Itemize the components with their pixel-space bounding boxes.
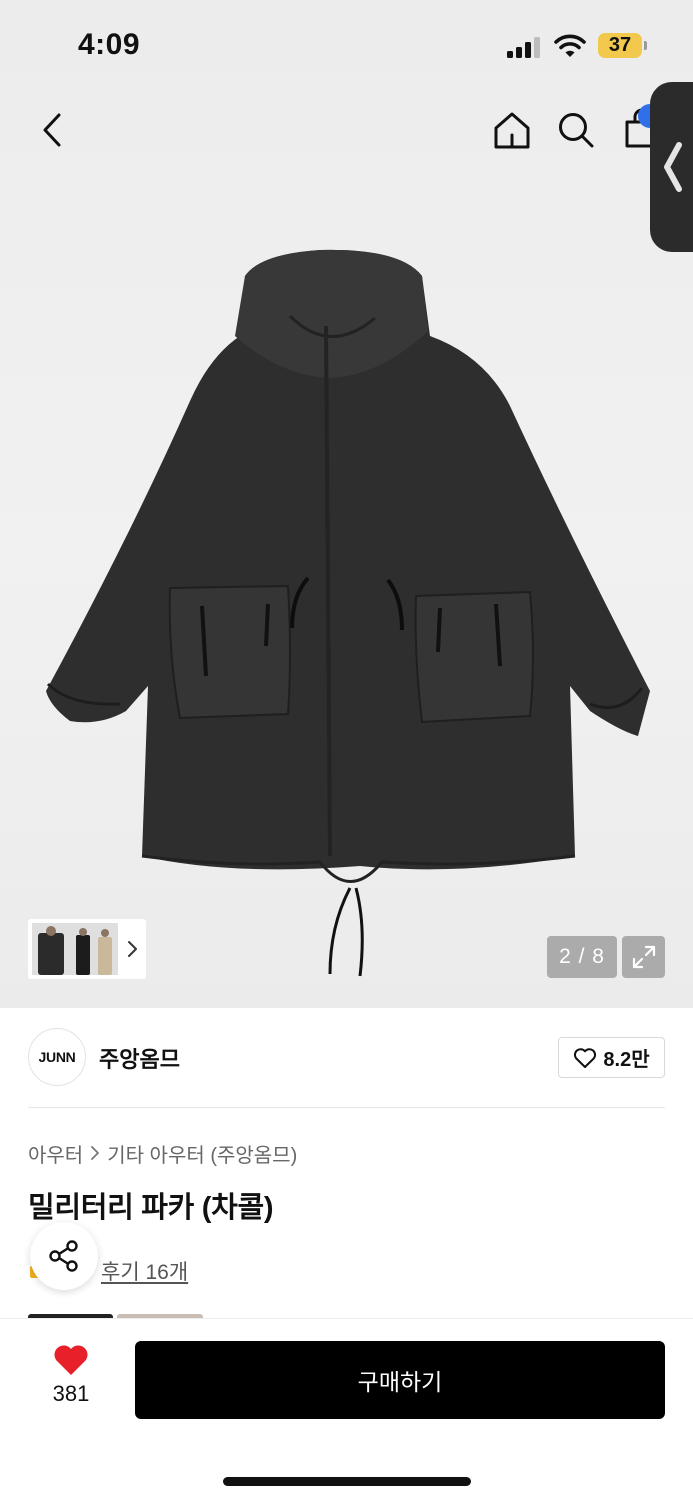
chevron-right-icon bbox=[128, 941, 137, 957]
breadcrumb-subcategory[interactable]: 기타 아우터 (주앙옴므) bbox=[107, 1139, 297, 1168]
product-gallery[interactable]: 4:09 37 2 / 8 bbox=[0, 0, 693, 1008]
heart-outline-icon bbox=[574, 1047, 597, 1068]
chevron-left-icon bbox=[664, 142, 682, 192]
home-indicator bbox=[223, 1477, 471, 1486]
wifi-icon bbox=[554, 33, 586, 59]
status-time: 4:09 bbox=[78, 28, 141, 61]
buy-button[interactable]: 구매하기 bbox=[135, 1341, 665, 1419]
product-image[interactable] bbox=[30, 236, 670, 986]
back-button[interactable] bbox=[30, 108, 74, 152]
share-button[interactable] bbox=[30, 1222, 98, 1290]
side-panel-tab[interactable] bbox=[650, 82, 693, 252]
brand-like-button[interactable]: 8.2만 bbox=[558, 1037, 665, 1078]
thumbnail-strip[interactable] bbox=[28, 919, 146, 979]
review-link[interactable]: 후기 16개 bbox=[101, 1256, 188, 1286]
heart-filled-icon bbox=[54, 1345, 88, 1375]
expand-icon bbox=[632, 945, 655, 969]
battery-level: 37 bbox=[608, 34, 632, 56]
status-bar: 4:09 37 bbox=[0, 0, 693, 92]
bottom-action-bar: 381 구매하기 bbox=[0, 1318, 693, 1500]
divider bbox=[28, 1107, 665, 1108]
breadcrumb: 아우터 기타 아우터 (주앙옴므) bbox=[28, 1138, 297, 1168]
product-title: 밀리터리 파카 (차콜) bbox=[28, 1192, 274, 1224]
expand-button[interactable] bbox=[622, 936, 665, 978]
brand-row[interactable]: JUNN 주앙옴므 8.2만 bbox=[28, 1028, 665, 1086]
wishlist-button[interactable]: 381 bbox=[34, 1343, 108, 1419]
share-icon bbox=[49, 1240, 78, 1272]
wishlist-count: 381 bbox=[52, 1381, 90, 1406]
home-icon bbox=[494, 112, 530, 149]
brand-name[interactable]: 주앙옴므 bbox=[99, 1042, 180, 1074]
brand-like-count: 8.2만 bbox=[603, 1049, 650, 1071]
thumbnail-image[interactable] bbox=[32, 923, 118, 975]
breadcrumb-category[interactable]: 아우터 bbox=[28, 1139, 83, 1168]
battery-icon: 37 bbox=[598, 33, 648, 58]
page-counter: 2 / 8 bbox=[547, 936, 617, 978]
cellular-signal-icon bbox=[507, 36, 543, 58]
chevron-right-icon bbox=[91, 1146, 100, 1160]
home-button[interactable] bbox=[490, 108, 534, 152]
brand-logo[interactable]: JUNN bbox=[28, 1028, 86, 1086]
search-button[interactable] bbox=[554, 108, 598, 152]
chevron-left-icon bbox=[43, 113, 61, 147]
search-icon bbox=[559, 113, 594, 148]
